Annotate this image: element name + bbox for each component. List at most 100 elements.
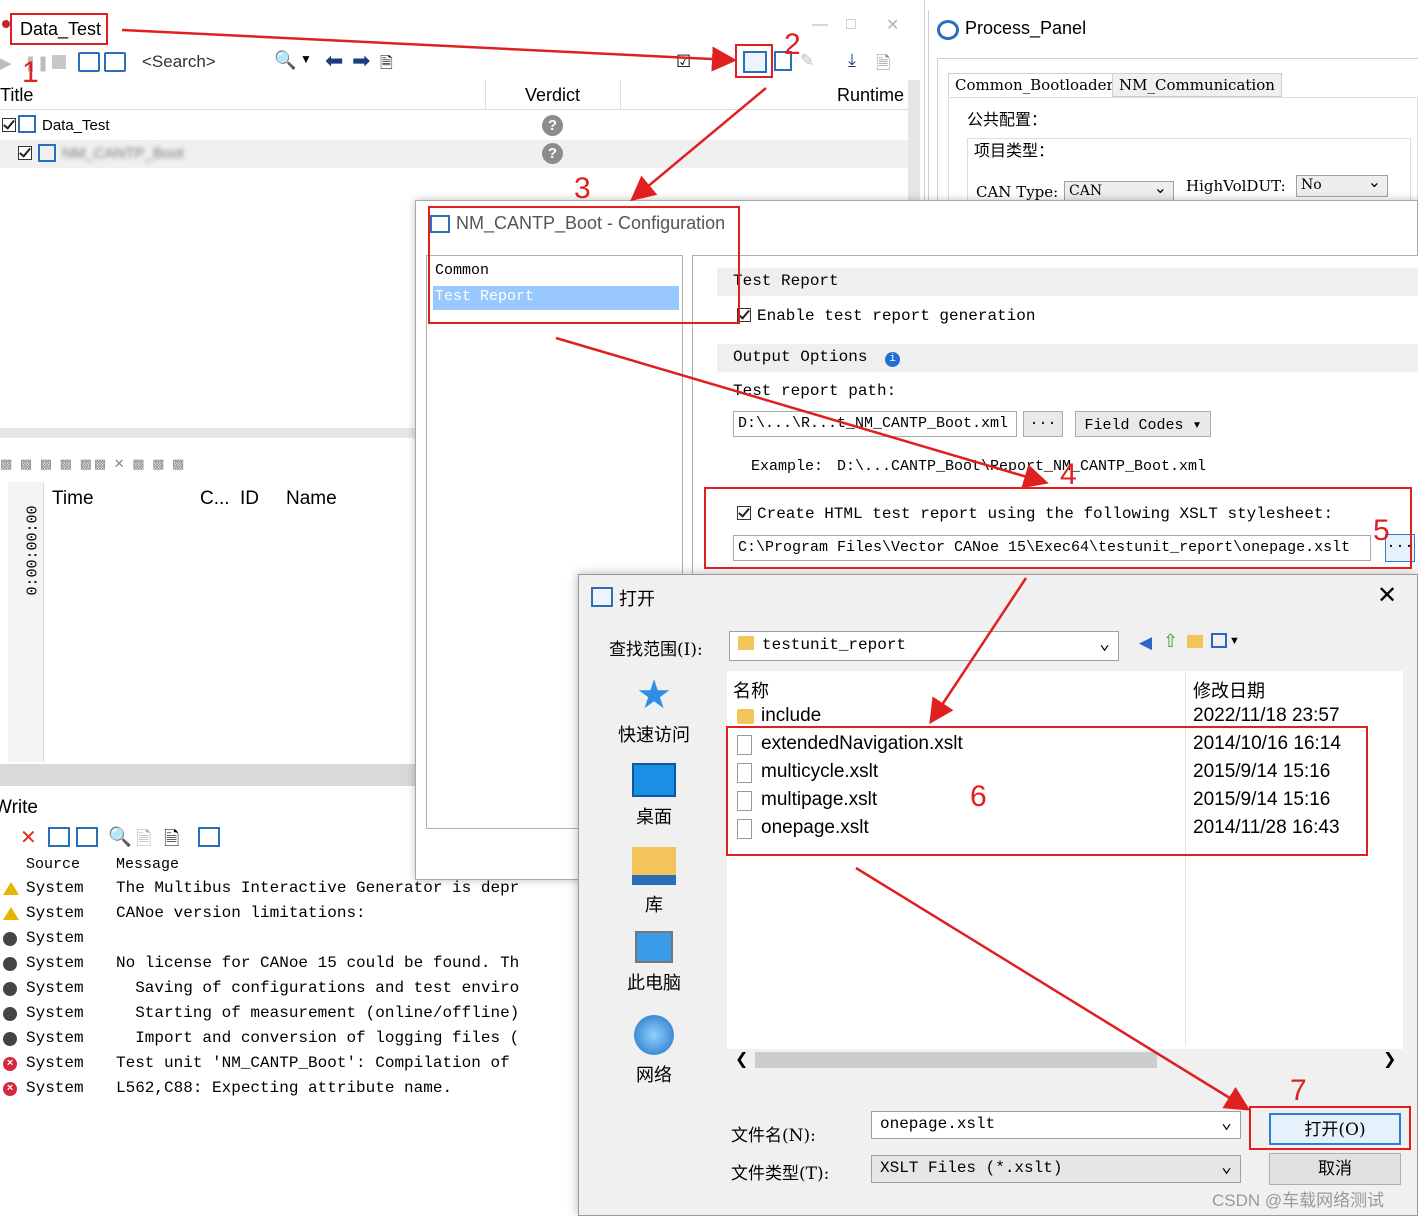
horizontal-scrollbar[interactable]: ❮ ❯ [727,1049,1403,1071]
close-icon[interactable]: ✕ [886,15,899,35]
table-row[interactable]: Data_Test ? [0,112,910,140]
cancel-button[interactable]: 取消 [1269,1153,1401,1185]
play-icon[interactable]: ▶ [0,54,22,74]
open-button[interactable]: 打开(O) [1269,1113,1401,1145]
table-row[interactable]: NM_CANTP_Boot ? [0,140,910,168]
horizontal-scrollbar[interactable] [0,764,418,786]
scroll-right-icon[interactable]: ❯ [1383,1049,1396,1069]
report-path-label: Test report path: [733,382,897,400]
tab-nm-communication[interactable]: NM_Communication [1112,73,1282,97]
column-title[interactable]: Title [0,85,33,106]
report-icon[interactable] [78,52,100,72]
write-col-source[interactable]: Source [26,856,80,873]
row-checkbox[interactable] [2,118,16,132]
report-viewer-icon[interactable] [774,51,792,71]
chevron-down-icon[interactable]: ▼ [300,52,312,66]
document-icon[interactable]: 🗎 [380,52,393,79]
new-folder-icon[interactable] [1187,635,1203,648]
row-message: Test unit 'NM_CANTP_Boot': Compilation o… [116,1054,510,1072]
highvol-value: No [1301,177,1322,193]
clear-icon[interactable]: ✕ [20,825,37,850]
edit-icon[interactable]: ✎ [800,51,814,71]
test-window-title-tab[interactable]: Data_Test [10,13,108,45]
view-menu-icon[interactable] [1211,633,1227,648]
download-icon[interactable]: ⤓ [848,50,856,71]
minimize-icon[interactable]: — [812,16,828,34]
verdict-unknown-icon: ? [542,115,563,136]
info-icon[interactable]: i [885,352,901,367]
remove-icon[interactable]: ✕ [710,49,728,74]
nav-label: Common [435,262,490,279]
find-icon[interactable]: 🔍 [108,825,132,849]
nav-item-common[interactable]: Common [433,260,679,284]
browse-path-button[interactable]: ... [1023,411,1063,437]
report-path-input[interactable]: D:\...\R...t_NM_CANTP_Boot.xml [733,411,1017,437]
trace-col-id[interactable]: ID [240,488,259,510]
html-report-checkbox[interactable] [737,506,751,520]
filename-input[interactable]: onepage.xslt ⌄ [871,1111,1241,1139]
trace-col-time[interactable]: Time [52,488,94,510]
trace-col-name[interactable]: Name [286,488,337,510]
delete-icon[interactable] [48,827,70,847]
xslt-path-value: C:\Program Files\Vector CANoe 15\Exec64\… [738,539,1351,556]
column-date[interactable]: 修改日期 [1193,677,1265,703]
close-icon[interactable]: ✕ [1377,581,1397,610]
open-file-dialog: 打开 ✕ 查找范围(I): testunit_report ⌄ ◀ ⇧ ▼ ★ … [578,574,1418,1216]
xslt-path-input[interactable]: C:\Program Files\Vector CANoe 15\Exec64\… [733,535,1371,561]
file-row[interactable]: multicycle.xslt 2015/9/14 15:16 [735,759,1395,787]
scroll-left-icon[interactable]: ❮ [735,1049,748,1069]
trace-col-channel[interactable]: C... [200,488,230,510]
column-divider [620,80,621,110]
search-box[interactable]: <Search> [142,52,216,72]
field-codes-button[interactable]: Field Codes ▾ [1075,411,1211,437]
splitter[interactable] [0,428,418,438]
maximize-icon[interactable]: □ [846,16,856,34]
column-name[interactable]: 名称 [733,677,769,703]
enable-report-checkbox[interactable] [737,308,751,322]
row-source: System [26,1029,84,1047]
binoculars-icon[interactable]: 🔍 [274,50,296,71]
browse-xslt-button[interactable]: ... [1385,534,1415,562]
write-list: System The Multibus Interactive Generator… [0,877,580,1137]
page-icon[interactable]: 🗎 [876,51,890,81]
highvol-select[interactable]: No [1296,172,1388,197]
tab-common-bootloader[interactable]: Common_Bootloader [948,73,1121,97]
column-verdict[interactable]: Verdict [525,85,580,106]
arrow-right-icon[interactable]: ➡ [352,48,370,74]
place-quick-access[interactable]: ★ 快速访问 [599,675,709,747]
filetype-select[interactable]: XSLT Files (*.xslt) ⌄ [871,1155,1241,1183]
back-icon[interactable]: ◀ [1139,633,1152,653]
up-folder-icon[interactable]: ⇧ [1163,631,1178,652]
arrow-left-icon[interactable]: ⬅ [325,48,343,74]
place-network[interactable]: 网络 [599,1015,709,1087]
file-row[interactable]: include 2022/11/18 23:57 [735,703,1395,731]
chevron-down-icon: ⌄ [1099,635,1110,655]
delete-all-icon[interactable] [76,827,98,847]
verdict-icon[interactable] [104,52,126,72]
options-icon[interactable] [198,827,220,847]
lookin-label: 查找范围(I): [609,640,703,660]
row-checkbox[interactable] [18,146,32,160]
write-col-message[interactable]: Message [116,856,179,873]
filetype-value: XSLT Files (*.xslt) [880,1159,1063,1177]
column-runtime[interactable]: Runtime [837,85,904,106]
stop-icon[interactable] [52,55,66,69]
field-codes-label: Field Codes [1084,417,1184,434]
file-name: onepage.xslt [761,817,869,838]
place-this-pc[interactable]: 此电脑 [599,931,709,995]
pause-icon[interactable]: ❚❚ [24,54,49,74]
file-row[interactable]: multipage.xslt 2015/9/14 15:16 [735,787,1395,815]
file-date: 2022/11/18 23:57 [1193,705,1340,726]
file-row[interactable]: onepage.xslt 2014/11/28 16:43 [735,815,1395,843]
open-dialog-icon [591,587,613,607]
chevron-down-icon[interactable]: ▼ [1229,635,1240,647]
nav-item-test-report[interactable]: Test Report [433,286,679,310]
execute-icon[interactable]: ☑ [676,52,691,72]
lookin-select[interactable]: testunit_report ⌄ [729,631,1119,661]
file-row[interactable]: extendedNavigation.xslt 2014/10/16 16:14 [735,731,1395,759]
test-unit-icon [38,144,56,162]
place-library[interactable]: 库 [599,847,709,917]
configuration-icon[interactable] [743,51,767,73]
place-desktop[interactable]: 桌面 [599,763,709,829]
scroll-thumb[interactable] [755,1052,1157,1068]
